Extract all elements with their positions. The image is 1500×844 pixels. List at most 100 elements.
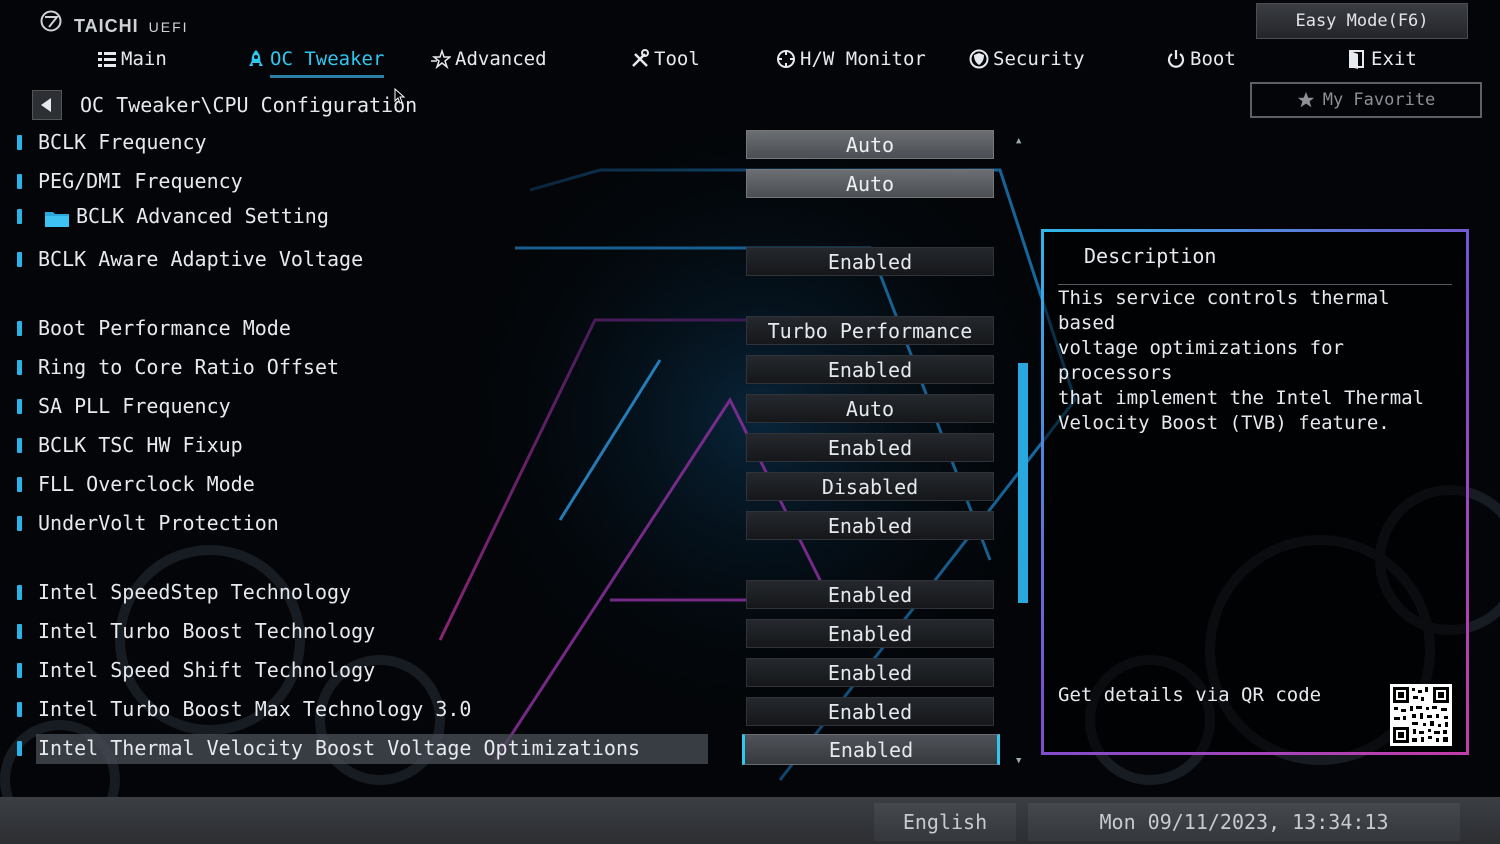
setting-row-bclk-frequency[interactable]: BCLK Frequency Auto bbox=[0, 126, 1000, 160]
description-line: voltage optimizations for processors bbox=[1058, 337, 1344, 384]
tab-exit[interactable]: Exit bbox=[1347, 44, 1417, 74]
setting-value[interactable]: Auto bbox=[746, 394, 994, 423]
setting-row-intel-turbo-boost[interactable]: Intel Turbo Boost Technology Enabled bbox=[0, 615, 1000, 649]
setting-value[interactable]: Enabled bbox=[746, 697, 994, 726]
tab-advanced[interactable]: Advanced bbox=[431, 44, 547, 74]
description-text: This service controls thermal based volt… bbox=[1058, 286, 1448, 436]
setting-label: FLL Overclock Mode bbox=[38, 472, 255, 496]
arrow-left-icon bbox=[41, 98, 51, 112]
description-panel: Description This service controls therma… bbox=[1041, 229, 1469, 755]
my-favorite-label: My Favorite bbox=[1322, 90, 1436, 110]
setting-label: Intel Turbo Boost Max Technology 3.0 bbox=[38, 697, 472, 721]
row-marker bbox=[17, 624, 22, 639]
divider bbox=[1058, 284, 1452, 285]
taichi-logo-icon bbox=[40, 10, 62, 32]
tools-icon bbox=[632, 49, 649, 67]
setting-label: BCLK TSC HW Fixup bbox=[38, 433, 243, 457]
breadcrumb-path: OC Tweaker\CPU Configuration bbox=[80, 93, 418, 117]
setting-row-bclk-aware-adaptive-voltage[interactable]: BCLK Aware Adaptive Voltage Enabled bbox=[0, 243, 1000, 277]
setting-label: Intel Thermal Velocity Boost Voltage Opt… bbox=[38, 736, 641, 760]
setting-label: Intel Turbo Boost Technology bbox=[38, 619, 376, 643]
row-marker bbox=[17, 252, 22, 267]
setting-row-peg-dmi-frequency[interactable]: PEG/DMI Frequency Auto bbox=[0, 165, 1000, 199]
row-marker bbox=[17, 135, 22, 150]
tab-oc-tweaker[interactable]: OC Tweaker bbox=[246, 44, 385, 78]
setting-label: Ring to Core Ratio Offset bbox=[38, 355, 340, 379]
setting-value[interactable]: Disabled bbox=[746, 472, 994, 501]
door-icon bbox=[1349, 50, 1364, 69]
setting-row-bclk-advanced-setting[interactable]: BCLK Advanced Setting bbox=[0, 200, 1000, 234]
tab-label: Exit bbox=[1371, 48, 1417, 70]
tab-security[interactable]: Security bbox=[969, 44, 1085, 74]
my-favorite-button[interactable]: My Favorite bbox=[1250, 82, 1482, 118]
mouse-cursor-icon bbox=[394, 88, 406, 104]
setting-label: Intel SpeedStep Technology bbox=[38, 580, 352, 604]
scroll-down-arrow[interactable]: ▼ bbox=[1016, 756, 1021, 766]
setting-value[interactable]: Enabled bbox=[746, 355, 994, 384]
tab-label: Tool bbox=[654, 48, 700, 70]
setting-row-undervolt-protection[interactable]: UnderVolt Protection Enabled bbox=[0, 507, 1000, 541]
back-button[interactable] bbox=[32, 90, 62, 120]
setting-label: Intel Speed Shift Technology bbox=[38, 658, 376, 682]
setting-label: SA PLL Frequency bbox=[38, 394, 231, 418]
description-line: This service controls thermal based bbox=[1058, 287, 1390, 334]
setting-value[interactable]: Enabled bbox=[746, 619, 994, 648]
setting-value[interactable]: Enabled bbox=[746, 511, 994, 540]
row-marker bbox=[17, 399, 22, 414]
row-marker bbox=[17, 516, 22, 531]
setting-value[interactable]: Auto bbox=[746, 130, 994, 159]
row-marker bbox=[17, 477, 22, 492]
setting-value[interactable]: Enabled bbox=[746, 580, 994, 609]
tab-boot[interactable]: Boot bbox=[1166, 44, 1236, 74]
scrollbar-thumb[interactable] bbox=[1018, 363, 1028, 603]
description-title: Description bbox=[1084, 244, 1217, 268]
row-marker bbox=[17, 209, 22, 224]
row-marker bbox=[17, 663, 22, 678]
tab-label: Main bbox=[121, 48, 167, 70]
setting-label: Boot Performance Mode bbox=[38, 316, 291, 340]
datetime-display: Mon 09/11/2023, 13:34:13 bbox=[1028, 803, 1460, 841]
setting-row-bclk-tsc-hw-fixup[interactable]: BCLK TSC HW Fixup Enabled bbox=[0, 429, 1000, 463]
setting-label: PEG/DMI Frequency bbox=[38, 169, 243, 193]
tab-hw-monitor[interactable]: H/W Monitor bbox=[776, 44, 926, 74]
language-button[interactable]: English bbox=[874, 803, 1016, 841]
qr-code-icon bbox=[1390, 684, 1452, 746]
setting-label: BCLK Aware Adaptive Voltage bbox=[38, 247, 364, 271]
row-marker bbox=[17, 174, 22, 189]
description-line: that implement the Intel Thermal bbox=[1058, 387, 1425, 409]
list-icon bbox=[98, 52, 116, 67]
setting-label: BCLK Frequency bbox=[38, 130, 207, 154]
scroll-up-arrow[interactable]: ▲ bbox=[1016, 136, 1021, 146]
row-marker bbox=[17, 585, 22, 600]
power-icon bbox=[1167, 50, 1185, 68]
setting-row-intel-turbo-boost-max-3[interactable]: Intel Turbo Boost Max Technology 3.0 Ena… bbox=[0, 693, 1000, 727]
star-icon bbox=[1297, 91, 1314, 108]
row-marker bbox=[17, 360, 22, 375]
main-nav: Main OC Tweaker Advanced Tool H/W Monito… bbox=[0, 44, 1500, 78]
brand-logo: TAICHI UEFI bbox=[40, 10, 189, 37]
setting-row-fll-overclock-mode[interactable]: FLL Overclock Mode Disabled bbox=[0, 468, 1000, 502]
setting-row-ring-to-core-ratio-offset[interactable]: Ring to Core Ratio Offset Enabled bbox=[0, 351, 1000, 385]
setting-value[interactable]: Enabled bbox=[746, 433, 994, 462]
setting-value[interactable]: Turbo Performance bbox=[746, 316, 994, 345]
setting-value[interactable]: Enabled bbox=[746, 658, 994, 687]
setting-row-intel-tvb-voltage-optimizations[interactable]: Intel Thermal Velocity Boost Voltage Opt… bbox=[0, 732, 1000, 766]
tab-tool[interactable]: Tool bbox=[630, 44, 700, 74]
easy-mode-button[interactable]: Easy Mode(F6) bbox=[1256, 3, 1468, 39]
tab-label: Security bbox=[993, 48, 1085, 70]
setting-value[interactable]: Enabled bbox=[746, 247, 994, 276]
setting-value[interactable]: Auto bbox=[746, 169, 994, 198]
tab-main[interactable]: Main bbox=[97, 44, 167, 74]
setting-row-sa-pll-frequency[interactable]: SA PLL Frequency Auto bbox=[0, 390, 1000, 424]
row-marker bbox=[17, 741, 22, 756]
row-marker bbox=[17, 321, 22, 336]
settings-list: BCLK Frequency Auto PEG/DMI Frequency Au… bbox=[0, 124, 1010, 784]
description-line: Velocity Boost (TVB) feature. bbox=[1058, 412, 1390, 434]
row-marker bbox=[17, 702, 22, 717]
brand-name: TAICHI bbox=[74, 16, 139, 36]
setting-row-boot-performance-mode[interactable]: Boot Performance Mode Turbo Performance bbox=[0, 312, 1000, 346]
setting-row-intel-speedstep[interactable]: Intel SpeedStep Technology Enabled bbox=[0, 576, 1000, 610]
setting-value[interactable]: Enabled bbox=[742, 734, 1000, 765]
setting-row-intel-speed-shift[interactable]: Intel Speed Shift Technology Enabled bbox=[0, 654, 1000, 688]
tab-label: Advanced bbox=[455, 48, 547, 70]
